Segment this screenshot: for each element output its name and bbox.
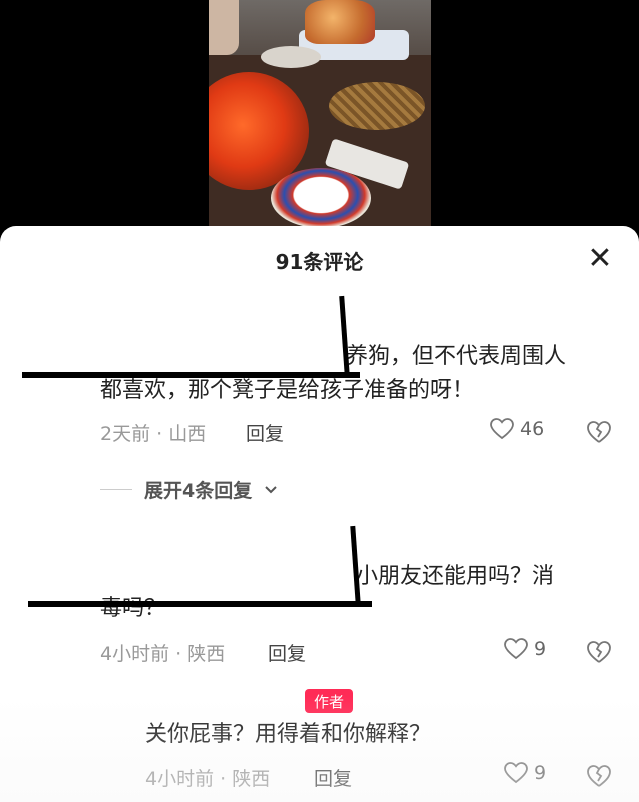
heart-icon [504,762,528,784]
comment-3-reply-button[interactable]: 回复 [314,764,352,791]
redaction-bar [22,372,360,378]
comment-3-time-location: 4小时前 · 陕西 [145,768,271,790]
bamboo-basket [329,82,425,130]
chevron-down-icon [265,485,277,493]
comment-1-like-button[interactable]: 46 [490,418,544,440]
comment-1-line-2: 都喜欢，那个凳子是给孩子准备的呀！ [100,378,475,403]
video-frame [209,0,431,232]
heart-icon [504,638,528,660]
broken-heart-icon[interactable] [586,420,612,444]
comment-2-time-location: 4小时前 · 陕西 [100,643,226,665]
close-icon: ✕ [587,241,613,276]
comment-sheet: 91条评论 ✕ 养狗，但不代表周围人 都喜欢，那个凳子是给孩子准备的呀！ 2天前… [0,226,639,802]
divider-line [100,489,132,490]
redaction-bar [28,601,372,607]
comment-2-line-2: 毒吗？ [100,596,167,621]
comment-1-like-count: 46 [520,418,545,440]
porcelain-bowl [271,168,371,228]
expand-replies-button[interactable]: 展开4条回复 [100,476,278,503]
heart-icon [490,418,514,440]
comment-2-line-1: 小朋友还能用吗？消 [356,564,555,589]
comment-1-time-location: 2天前 · 山西 [100,423,207,445]
person-arm [209,0,239,55]
broken-heart-icon[interactable] [586,640,612,664]
comment-3-text: 关你屁事？用得着和你解释？ [145,722,432,747]
redaction-bar [339,295,350,377]
dog-in-chair [305,0,375,44]
comment-2-like-button[interactable]: 9 [504,638,546,660]
comment-3-like-count: 9 [534,762,547,784]
close-button[interactable]: ✕ [585,244,615,274]
expand-replies-label: 展开4条回复 [144,480,253,502]
comment-1-reply-button[interactable]: 回复 [246,419,284,446]
video-player[interactable] [0,0,639,232]
comment-count-title: 91条评论 [275,250,364,274]
broken-heart-icon[interactable] [586,764,612,788]
plate [261,46,321,68]
comment-2-like-count: 9 [534,638,547,660]
author-badge: 作者 [305,689,353,713]
comment-1-line-1: 养狗，但不代表周围人 [346,344,567,369]
comment-3-like-button[interactable]: 9 [504,762,546,784]
comment-2-reply-button[interactable]: 回复 [268,639,306,666]
